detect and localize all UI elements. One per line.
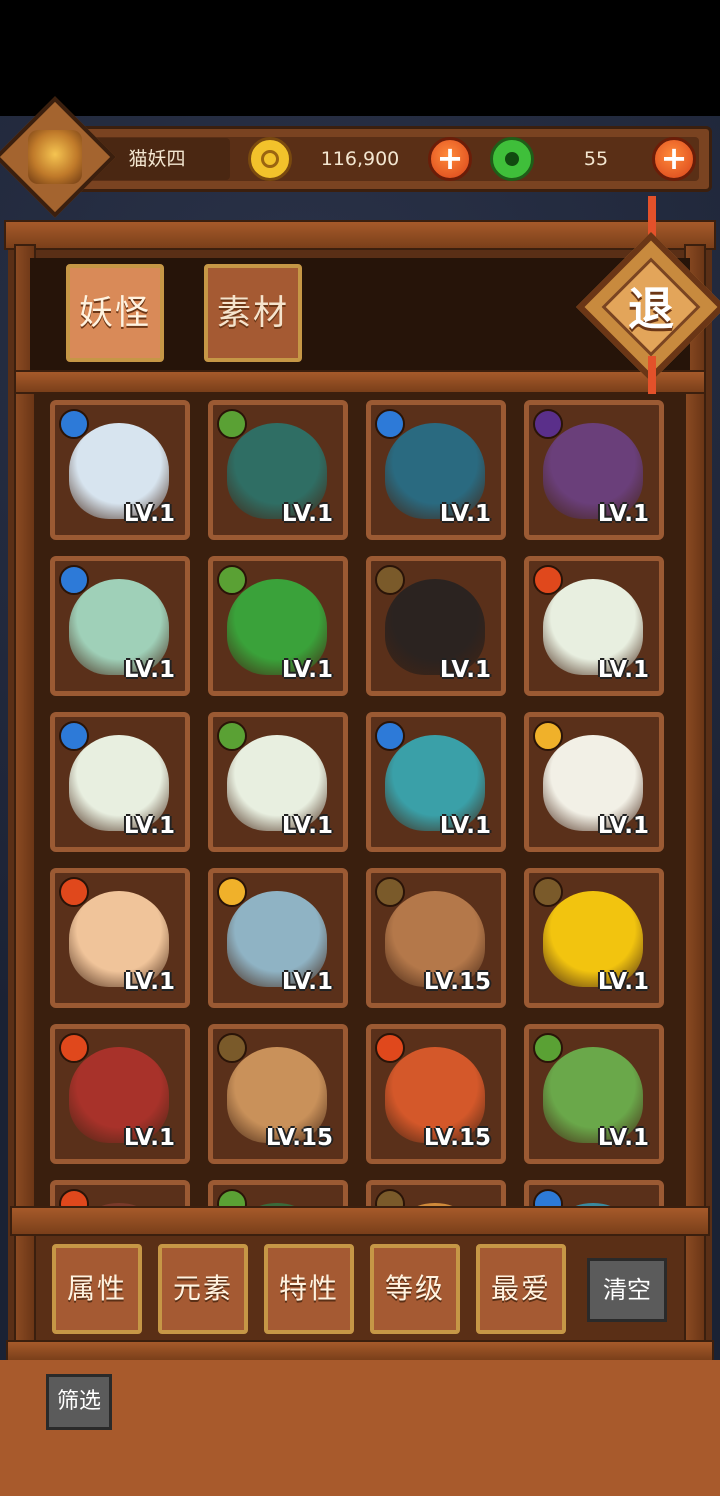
monster-card[interactable]: LV.1 <box>208 400 348 540</box>
wood-element-icon <box>217 1189 247 1206</box>
monster-card[interactable]: LV.1 <box>524 400 664 540</box>
monster-card[interactable]: LV.1 <box>50 556 190 696</box>
wood-element-icon <box>533 1033 563 1063</box>
fire-element-icon <box>59 1189 89 1206</box>
exit-button[interactable]: 退 <box>598 264 704 354</box>
filter-favorite-button[interactable]: 最爱 <box>476 1244 566 1334</box>
earth-element-icon <box>217 1033 247 1063</box>
monster-level: LV.1 <box>281 657 333 683</box>
wood-element-icon <box>217 721 247 751</box>
monster-level: LV.1 <box>597 969 649 995</box>
monster-card[interactable] <box>366 1180 506 1206</box>
fire-element-icon <box>59 877 89 907</box>
monster-card[interactable]: LV.15 <box>366 868 506 1008</box>
light-element-icon <box>533 721 563 751</box>
fire-element-icon <box>533 565 563 595</box>
monster-card[interactable]: LV.1 <box>50 868 190 1008</box>
monster-card[interactable]: LV.1 <box>208 556 348 696</box>
monster-card[interactable]: LV.1 <box>208 712 348 852</box>
earth-element-icon <box>533 877 563 907</box>
add-coins-button[interactable]: + <box>428 137 472 181</box>
monster-level: LV.15 <box>265 1125 333 1151</box>
monster-level: LV.1 <box>281 813 333 839</box>
monster-level: LV.1 <box>597 1125 649 1151</box>
monster-level: LV.1 <box>123 813 175 839</box>
monster-level: LV.1 <box>123 1125 175 1151</box>
lower-beam <box>10 1206 710 1236</box>
filter-attribute-button[interactable]: 属性 <box>52 1244 142 1334</box>
status-bar-area <box>0 0 720 116</box>
jade-icon <box>490 137 534 181</box>
monster-level: LV.1 <box>281 969 333 995</box>
monster-level: LV.1 <box>439 501 491 527</box>
water-element-icon <box>375 409 405 439</box>
monster-level: LV.1 <box>597 657 649 683</box>
monster-level: LV.1 <box>439 657 491 683</box>
monster-level: LV.1 <box>597 813 649 839</box>
add-jade-button[interactable]: + <box>652 137 696 181</box>
right-post <box>684 244 706 1360</box>
tab-monsters[interactable]: 妖怪 <box>66 264 164 362</box>
light-element-icon <box>217 877 247 907</box>
left-post <box>14 244 36 1360</box>
monster-card[interactable]: LV.1 <box>524 712 664 852</box>
filter-trait-button[interactable]: 特性 <box>264 1244 354 1334</box>
monster-level: LV.15 <box>423 1125 491 1151</box>
water-element-icon <box>59 565 89 595</box>
clear-filters-button[interactable]: 清空 <box>587 1258 667 1322</box>
earth-element-icon <box>375 1189 405 1206</box>
fire-element-icon <box>59 1033 89 1063</box>
water-element-icon <box>375 721 405 751</box>
middle-beam <box>14 370 706 394</box>
monster-card[interactable]: LV.15 <box>208 1024 348 1164</box>
monster-level: LV.1 <box>123 969 175 995</box>
monster-level: LV.1 <box>123 501 175 527</box>
monster-card[interactable]: LV.1 <box>366 400 506 540</box>
player-avatar[interactable] <box>28 130 82 184</box>
monster-level: LV.1 <box>439 813 491 839</box>
monster-card[interactable]: LV.1 <box>50 400 190 540</box>
monster-card[interactable] <box>50 1180 190 1206</box>
monster-level: LV.1 <box>123 657 175 683</box>
monster-card[interactable]: LV.1 <box>524 556 664 696</box>
tab-materials[interactable]: 素材 <box>204 264 302 362</box>
monster-card[interactable] <box>524 1180 664 1206</box>
coin-icon <box>248 137 292 181</box>
jade-amount: 55 <box>583 148 609 170</box>
monster-card[interactable]: LV.1 <box>208 868 348 1008</box>
earth-element-icon <box>375 877 405 907</box>
monster-card[interactable]: LV.1 <box>524 1024 664 1164</box>
water-element-icon <box>59 721 89 751</box>
water-element-icon <box>533 1189 563 1206</box>
monster-level: LV.15 <box>423 969 491 995</box>
monster-card[interactable]: LV.1 <box>50 712 190 852</box>
wood-element-icon <box>217 409 247 439</box>
earth-element-icon <box>375 565 405 595</box>
monster-card[interactable]: LV.1 <box>366 556 506 696</box>
monster-card[interactable]: LV.1 <box>524 868 664 1008</box>
filter-element-button[interactable]: 元素 <box>158 1244 248 1334</box>
filter-level-button[interactable]: 等级 <box>370 1244 460 1334</box>
coin-amount: 116,900 <box>320 148 400 170</box>
screen-button[interactable]: 筛选 <box>46 1374 112 1430</box>
fire-element-icon <box>375 1033 405 1063</box>
monster-level: LV.1 <box>281 501 333 527</box>
monster-level: LV.1 <box>597 501 649 527</box>
monster-card[interactable] <box>208 1180 348 1206</box>
monster-card[interactable]: LV.1 <box>50 1024 190 1164</box>
dark-element-icon <box>533 409 563 439</box>
monster-card[interactable]: LV.1 <box>366 712 506 852</box>
wood-element-icon <box>217 565 247 595</box>
monster-card[interactable]: LV.15 <box>366 1024 506 1164</box>
monster-grid: LV.1 LV.1 LV.1 LV.1 LV.1 LV.1 LV.1 LV.1 LV.1 LV.1… <box>34 394 686 1206</box>
water-element-icon <box>59 409 89 439</box>
bottom-beam <box>6 1340 714 1362</box>
top-beam <box>4 220 716 250</box>
